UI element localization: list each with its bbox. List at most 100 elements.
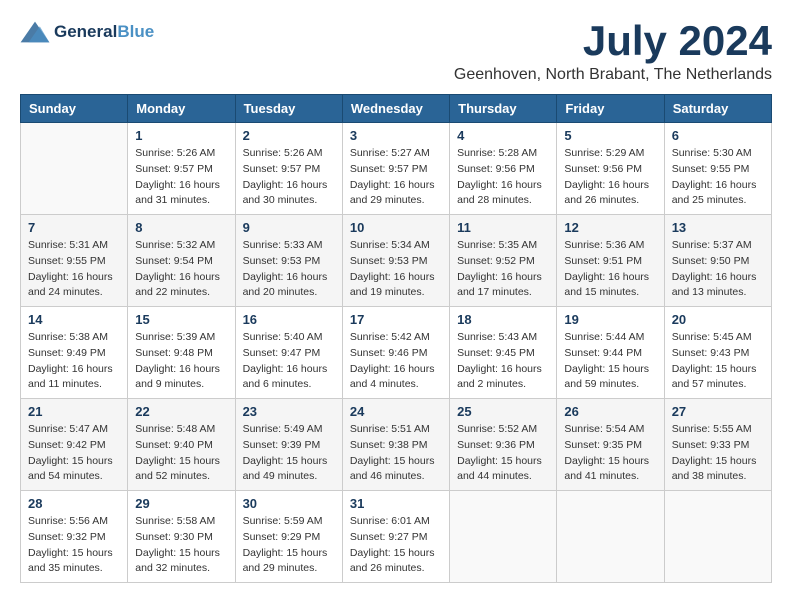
day-number: 5 [564,128,656,143]
calendar-cell: 22Sunrise: 5:48 AMSunset: 9:40 PMDayligh… [128,399,235,491]
day-info: Sunrise: 5:58 AMSunset: 9:30 PMDaylight:… [135,514,227,577]
calendar-cell: 14 Sunrise: 5:38 AMSunset: 9:49 PMDayligh… [21,307,128,399]
day-number: 6 [672,128,764,143]
day-info: Sunrise: 5:29 AMSunset: 9:56 PMDaylight:… [564,146,656,209]
day-info: Sunrise: 5:37 AMSunset: 9:50 PMDaylight:… [672,238,764,301]
day-info: Sunrise: 5:49 AMSunset: 9:39 PMDaylight:… [243,422,335,485]
day-number: 17 [350,312,442,327]
calendar-cell: 9Sunrise: 5:33 AMSunset: 9:53 PMDaylight… [235,215,342,307]
calendar-cell: 23 Sunrise: 5:49 AMSunset: 9:39 PMDayligh… [235,399,342,491]
weekday-header: Wednesday [342,95,449,123]
calendar-cell: 28 Sunrise: 5:56 AMSunset: 9:32 PMDayligh… [21,491,128,583]
day-info: Sunrise: 5:31 AMSunset: 9:55 PMDaylight:… [28,238,120,301]
day-number: 11 [457,220,549,235]
day-info: Sunrise: 5:59 AMSunset: 9:29 PMDaylight:… [243,514,335,577]
day-info: Sunrise: 5:32 AMSunset: 9:54 PMDaylight:… [135,238,227,301]
day-info: Sunrise: 5:30 AMSunset: 9:55 PMDaylight:… [672,146,764,209]
calendar-cell: 17 Sunrise: 5:42 AMSunset: 9:46 PMDayligh… [342,307,449,399]
calendar-week-row: 7 Sunrise: 5:31 AMSunset: 9:55 PMDaylight… [21,215,772,307]
calendar-cell [664,491,771,583]
day-info: Sunrise: 5:40 AMSunset: 9:47 PMDaylight:… [243,330,335,393]
calendar-cell: 5 Sunrise: 5:29 AMSunset: 9:56 PMDaylight… [557,123,664,215]
calendar-cell: 1 Sunrise: 5:26 AMSunset: 9:57 PMDaylight… [128,123,235,215]
calendar-cell: 19Sunrise: 5:44 AMSunset: 9:44 PMDayligh… [557,307,664,399]
calendar-cell: 21 Sunrise: 5:47 AMSunset: 9:42 PMDayligh… [21,399,128,491]
day-number: 31 [350,496,442,511]
day-number: 4 [457,128,549,143]
calendar-cell: 2Sunrise: 5:26 AMSunset: 9:57 PMDaylight… [235,123,342,215]
logo-line1: General [54,22,117,41]
calendar-week-row: 14 Sunrise: 5:38 AMSunset: 9:49 PMDayligh… [21,307,772,399]
day-number: 20 [672,312,764,327]
day-number: 8 [135,220,227,235]
day-info: Sunrise: 5:35 AMSunset: 9:52 PMDaylight:… [457,238,549,301]
day-number: 30 [243,496,335,511]
location-title: Geenhoven, North Brabant, The Netherland… [454,66,772,84]
calendar-week-row: 1 Sunrise: 5:26 AMSunset: 9:57 PMDaylight… [21,123,772,215]
calendar-cell: 15 Sunrise: 5:39 AMSunset: 9:48 PMDayligh… [128,307,235,399]
day-info: Sunrise: 5:42 AMSunset: 9:46 PMDaylight:… [350,330,442,393]
day-info: Sunrise: 5:39 AMSunset: 9:48 PMDaylight:… [135,330,227,393]
day-number: 23 [243,404,335,419]
weekday-header: Friday [557,95,664,123]
day-number: 29 [135,496,227,511]
calendar-cell: 31 Sunrise: 6:01 AMSunset: 9:27 PMDayligh… [342,491,449,583]
calendar-cell: 18Sunrise: 5:43 AMSunset: 9:45 PMDayligh… [450,307,557,399]
day-info: Sunrise: 5:27 AMSunset: 9:57 PMDaylight:… [350,146,442,209]
day-info: Sunrise: 5:28 AMSunset: 9:56 PMDaylight:… [457,146,549,209]
logo-line2: Blue [117,22,154,41]
calendar-week-row: 28 Sunrise: 5:56 AMSunset: 9:32 PMDayligh… [21,491,772,583]
day-number: 12 [564,220,656,235]
calendar-cell: 13 Sunrise: 5:37 AMSunset: 9:50 PMDayligh… [664,215,771,307]
day-info: Sunrise: 5:38 AMSunset: 9:49 PMDaylight:… [28,330,120,393]
day-number: 14 [28,312,120,327]
day-number: 27 [672,404,764,419]
logo-icon [20,20,50,44]
calendar-cell: 12 Sunrise: 5:36 AMSunset: 9:51 PMDayligh… [557,215,664,307]
day-number: 7 [28,220,120,235]
day-info: Sunrise: 5:36 AMSunset: 9:51 PMDaylight:… [564,238,656,301]
calendar-week-row: 21 Sunrise: 5:47 AMSunset: 9:42 PMDayligh… [21,399,772,491]
day-info: Sunrise: 5:51 AMSunset: 9:38 PMDaylight:… [350,422,442,485]
day-info: Sunrise: 5:54 AMSunset: 9:35 PMDaylight:… [564,422,656,485]
title-area: July 2024 Geenhoven, North Brabant, The … [454,20,772,84]
logo-text: GeneralBlue [54,22,154,42]
calendar-cell: 20Sunrise: 5:45 AMSunset: 9:43 PMDayligh… [664,307,771,399]
day-info: Sunrise: 5:56 AMSunset: 9:32 PMDaylight:… [28,514,120,577]
day-number: 3 [350,128,442,143]
day-info: Sunrise: 5:48 AMSunset: 9:40 PMDaylight:… [135,422,227,485]
day-number: 10 [350,220,442,235]
day-number: 28 [28,496,120,511]
calendar-cell [21,123,128,215]
calendar-cell: 4 Sunrise: 5:28 AMSunset: 9:56 PMDaylight… [450,123,557,215]
calendar-cell: 10 Sunrise: 5:34 AMSunset: 9:53 PMDayligh… [342,215,449,307]
calendar-cell: 7 Sunrise: 5:31 AMSunset: 9:55 PMDaylight… [21,215,128,307]
day-number: 25 [457,404,549,419]
day-number: 13 [672,220,764,235]
day-info: Sunrise: 6:01 AMSunset: 9:27 PMDaylight:… [350,514,442,577]
day-number: 15 [135,312,227,327]
day-number: 21 [28,404,120,419]
day-info: Sunrise: 5:43 AMSunset: 9:45 PMDaylight:… [457,330,549,393]
month-title: July 2024 [454,20,772,62]
weekday-header: Tuesday [235,95,342,123]
day-info: Sunrise: 5:47 AMSunset: 9:42 PMDaylight:… [28,422,120,485]
day-info: Sunrise: 5:55 AMSunset: 9:33 PMDaylight:… [672,422,764,485]
logo: GeneralBlue [20,20,154,44]
calendar-cell: 25 Sunrise: 5:52 AMSunset: 9:36 PMDayligh… [450,399,557,491]
weekday-header-row: SundayMondayTuesdayWednesdayThursdayFrid… [21,95,772,123]
page-header: GeneralBlue July 2024 Geenhoven, North B… [20,20,772,84]
calendar-cell: 24Sunrise: 5:51 AMSunset: 9:38 PMDayligh… [342,399,449,491]
calendar-table: SundayMondayTuesdayWednesdayThursdayFrid… [20,94,772,583]
calendar-cell [557,491,664,583]
day-info: Sunrise: 5:52 AMSunset: 9:36 PMDaylight:… [457,422,549,485]
calendar-cell: 26Sunrise: 5:54 AMSunset: 9:35 PMDayligh… [557,399,664,491]
day-number: 1 [135,128,227,143]
weekday-header: Sunday [21,95,128,123]
day-info: Sunrise: 5:26 AMSunset: 9:57 PMDaylight:… [135,146,227,209]
day-info: Sunrise: 5:34 AMSunset: 9:53 PMDaylight:… [350,238,442,301]
calendar-cell: 3 Sunrise: 5:27 AMSunset: 9:57 PMDaylight… [342,123,449,215]
weekday-header: Saturday [664,95,771,123]
day-info: Sunrise: 5:44 AMSunset: 9:44 PMDaylight:… [564,330,656,393]
calendar-cell: 6 Sunrise: 5:30 AMSunset: 9:55 PMDaylight… [664,123,771,215]
